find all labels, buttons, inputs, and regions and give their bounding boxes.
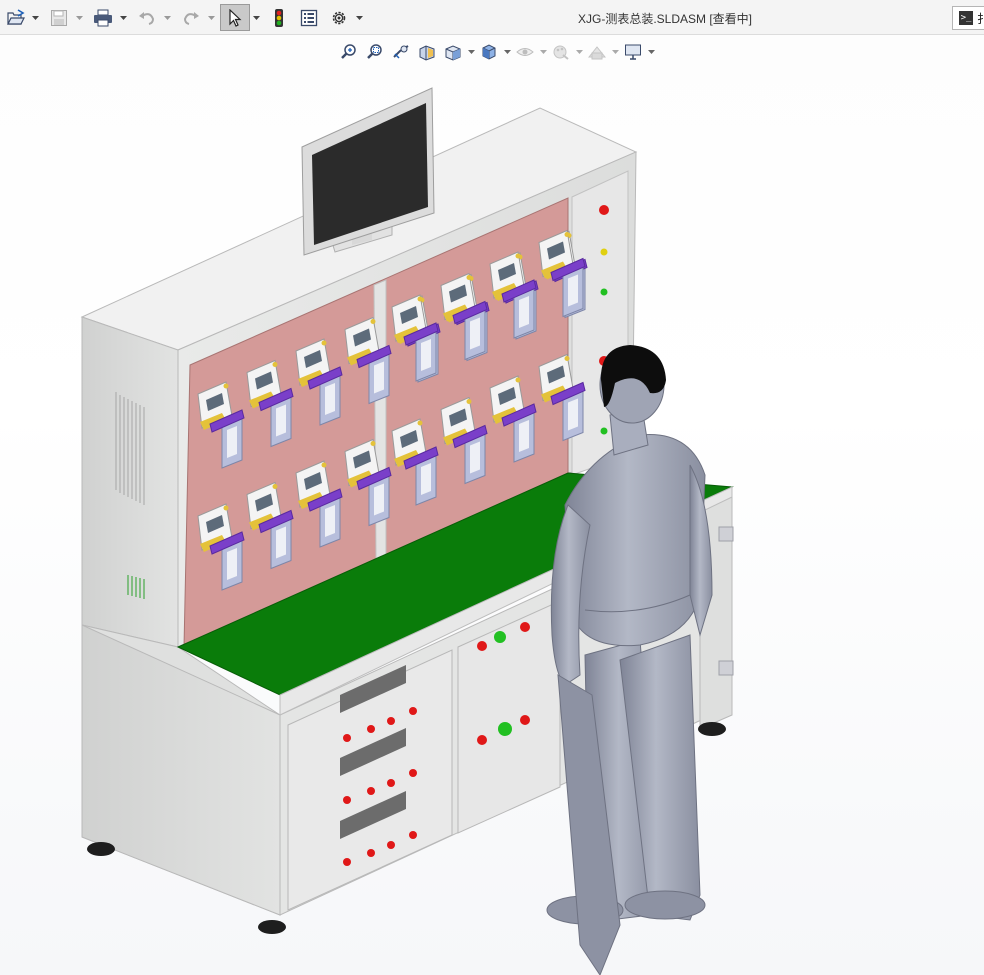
chevron-down-icon: [356, 15, 363, 20]
redo-button[interactable]: [178, 4, 204, 31]
open-file-icon: [7, 8, 25, 25]
top-toolbar: XJG-测表总装.SLDASM [查看中] >_ 扌: [0, 0, 984, 35]
print-button[interactable]: [90, 4, 116, 31]
file-properties-button[interactable]: [296, 4, 322, 31]
print-dropdown[interactable]: [119, 4, 128, 31]
save-dropdown[interactable]: [75, 4, 84, 31]
chevron-down-icon: [32, 15, 39, 20]
select-pointer-icon: [229, 8, 242, 27]
undo-icon: [139, 11, 155, 25]
chevron-down-icon: [253, 15, 260, 20]
file-properties-icon: [300, 9, 318, 26]
gear-icon: [332, 11, 346, 24]
traffic-light-icon: [275, 8, 283, 27]
options-dropdown[interactable]: [355, 4, 364, 31]
select-dropdown[interactable]: [252, 4, 261, 31]
chevron-down-icon: [120, 15, 127, 20]
command-prompt-icon: >_: [959, 11, 973, 25]
rebuild-button[interactable]: [266, 4, 292, 31]
open-file-button[interactable]: [4, 4, 28, 31]
undo-button[interactable]: [134, 4, 160, 31]
undo-dropdown[interactable]: [163, 4, 172, 31]
open-dropdown[interactable]: [31, 4, 40, 31]
chevron-down-icon: [164, 15, 171, 20]
redo-icon: [183, 11, 199, 25]
assembly-model[interactable]: [0, 35, 984, 975]
search-commands-input[interactable]: >_ 扌: [952, 6, 984, 30]
select-button[interactable]: [220, 4, 250, 31]
chevron-down-icon: [76, 15, 83, 20]
document-title: XJG-测表总装.SLDASM [查看中]: [577, 12, 753, 26]
graphics-viewport[interactable]: [0, 35, 984, 975]
options-button[interactable]: [326, 4, 352, 31]
save-icon: [51, 9, 67, 26]
search-prefix: 扌: [977, 12, 984, 26]
print-icon: [94, 9, 112, 26]
redo-dropdown[interactable]: [207, 4, 216, 31]
chevron-down-icon: [208, 15, 215, 20]
save-button[interactable]: [46, 4, 72, 31]
